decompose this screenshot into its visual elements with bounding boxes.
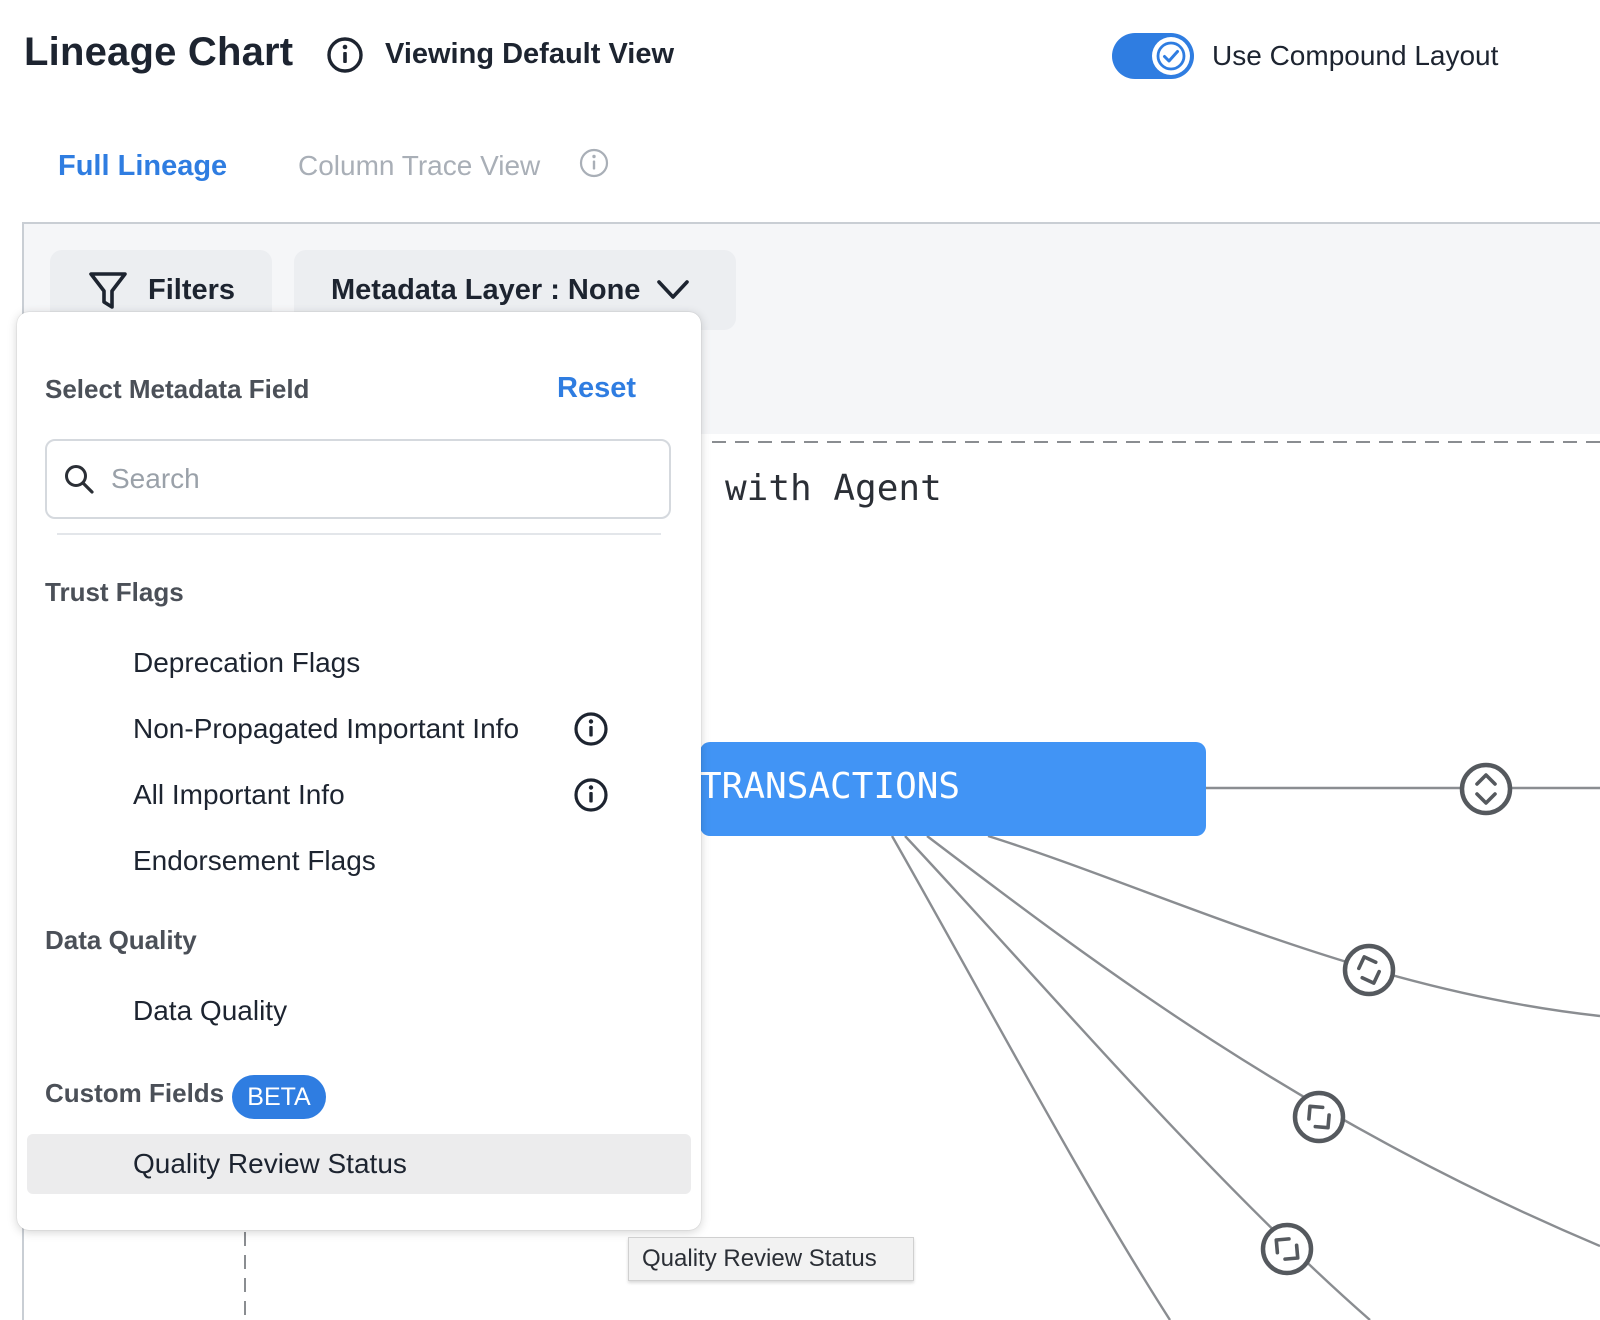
group-label-data-quality: Data Quality xyxy=(45,925,197,955)
group-label-trust-flags: Trust Flags xyxy=(45,577,184,607)
node-label: TRANSACTIONS xyxy=(700,766,961,807)
expand-collapse-icon[interactable] xyxy=(1258,1220,1316,1278)
search-box xyxy=(45,439,671,519)
menu-item-quality-review-status[interactable]: Quality Review Status xyxy=(27,1134,691,1194)
metadata-field-dropdown: Select Metadata Field Reset Trust Flags … xyxy=(17,312,701,1230)
menu-item-label: Data Quality xyxy=(133,995,288,1026)
menu-item-non-propagated-important-info[interactable]: Non-Propagated Important Info xyxy=(27,699,691,759)
menu-item-endorsement-flags[interactable]: Endorsement Flags xyxy=(27,831,691,891)
edge xyxy=(987,834,1600,1018)
divider xyxy=(57,533,661,535)
edge xyxy=(926,835,1600,1248)
menu-item-label: Quality Review Status xyxy=(133,1148,407,1179)
expand-collapse-icon[interactable] xyxy=(1457,760,1515,818)
lineage-page: Lineage Chart Viewing Default View Use C… xyxy=(0,0,1600,1320)
search-icon xyxy=(65,465,94,494)
dropdown-title: Select Metadata Field xyxy=(45,374,310,404)
reset-button[interactable]: Reset xyxy=(557,372,636,405)
info-icon[interactable] xyxy=(573,777,609,813)
menu-item-label: All Important Info xyxy=(133,779,345,810)
info-icon[interactable] xyxy=(573,711,609,747)
menu-item-label: Endorsement Flags xyxy=(133,845,376,876)
expand-collapse-icon[interactable] xyxy=(1340,941,1398,999)
menu-item-deprecation-flags[interactable]: Deprecation Flags xyxy=(27,633,691,693)
beta-badge: BETA xyxy=(232,1075,326,1119)
menu-item-label: Deprecation Flags xyxy=(133,647,361,678)
group-label-custom-fields: Custom Fields xyxy=(45,1078,225,1108)
menu-item-label: Non-Propagated Important Info xyxy=(133,713,520,744)
swimlane-title: with Agent xyxy=(725,468,942,509)
menu-item-all-important-info[interactable]: All Important Info xyxy=(27,765,691,825)
search-input[interactable] xyxy=(111,459,651,499)
tooltip: Quality Review Status xyxy=(628,1237,914,1281)
menu-item-data-quality[interactable]: Data Quality xyxy=(27,981,691,1041)
expand-collapse-icon[interactable] xyxy=(1290,1088,1348,1146)
